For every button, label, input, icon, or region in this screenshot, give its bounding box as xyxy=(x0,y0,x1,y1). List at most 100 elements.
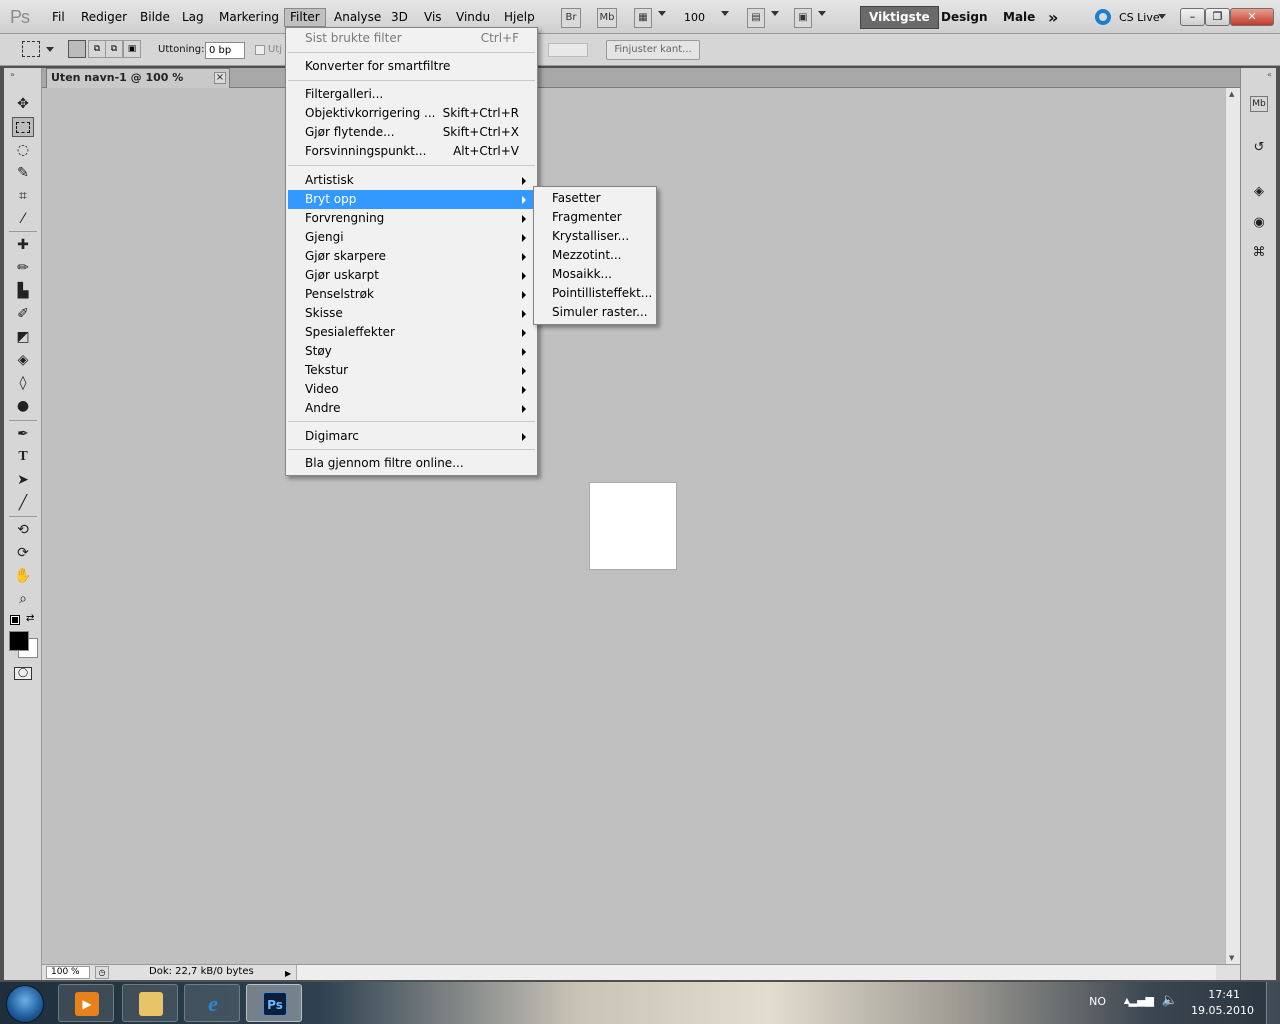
menu-item-stylize[interactable]: Spesialeffekter xyxy=(288,323,535,342)
swap-colors-icon[interactable]: ⇄ xyxy=(26,613,34,624)
vertical-scrollbar[interactable]: ▲ ▼ xyxy=(1225,88,1240,964)
intersect-selection-icon[interactable]: ▣ xyxy=(123,40,141,58)
taskbar-internet-explorer[interactable]: e xyxy=(184,984,240,1022)
lasso-tool-icon[interactable]: ◌ xyxy=(12,140,34,160)
history-panel-icon[interactable]: ↺ xyxy=(1248,138,1270,158)
blur-tool-icon[interactable]: ◊ xyxy=(12,373,34,393)
mini-bridge-button[interactable]: Mb xyxy=(597,8,617,28)
submenu-item-mosaic[interactable]: Mosaikk... xyxy=(536,265,654,284)
menu-fil[interactable]: Fil xyxy=(47,8,70,27)
scroll-up-icon[interactable]: ▲ xyxy=(1229,90,1234,98)
zoom-tool-icon[interactable]: ⌕ xyxy=(12,589,34,609)
chevron-down-icon[interactable] xyxy=(46,47,54,52)
menu-item-filter-gallery[interactable]: Filtergalleri... xyxy=(288,85,535,104)
menu-3d[interactable]: 3D xyxy=(386,8,413,27)
menu-vis[interactable]: Vis xyxy=(419,8,447,27)
menu-item-lens-correction[interactable]: Objektivkorrigering ... Skift+Ctrl+R xyxy=(288,104,535,123)
subtract-selection-icon[interactable]: ⧉ xyxy=(105,40,123,58)
clock-time[interactable]: 17:41 xyxy=(1208,988,1240,1001)
timer-icon[interactable]: ◷ xyxy=(95,966,109,979)
brush-tool-icon[interactable]: ✏ xyxy=(12,258,34,278)
path-selection-tool-icon[interactable]: ➤ xyxy=(12,470,34,490)
status-menu-arrow-icon[interactable]: ▶ xyxy=(285,967,291,981)
submenu-item-fragment[interactable]: Fragmenter xyxy=(536,208,654,227)
quick-mask-icon[interactable]: ◯ xyxy=(14,667,32,680)
menu-item-pixelate[interactable]: Bryt opp xyxy=(288,190,535,209)
language-indicator[interactable]: NO xyxy=(1089,995,1106,1008)
volume-icon[interactable]: 🔈 xyxy=(1162,993,1178,1008)
crop-tool-icon[interactable]: ⌗ xyxy=(12,186,34,206)
menu-item-artistic[interactable]: Artistisk xyxy=(288,171,535,190)
close-tab-icon[interactable]: × xyxy=(214,72,226,84)
menu-filter[interactable]: Filter xyxy=(284,8,326,27)
submenu-item-mezzotint[interactable]: Mezzotint... xyxy=(536,246,654,265)
height-input[interactable] xyxy=(548,43,588,57)
workspace-viktigste[interactable]: Viktigste xyxy=(860,6,939,29)
menu-vindu[interactable]: Vindu xyxy=(451,8,495,27)
menu-item-brush-strokes[interactable]: Penselstrøk xyxy=(288,285,535,304)
history-brush-tool-icon[interactable]: ✐ xyxy=(12,304,34,324)
restore-button[interactable]: ❐ xyxy=(1205,8,1230,26)
document-canvas[interactable] xyxy=(589,482,677,570)
quick-selection-tool-icon[interactable]: ✎ xyxy=(12,163,34,183)
submenu-item-color-halftone[interactable]: Simuler raster... xyxy=(536,303,654,322)
new-selection-icon[interactable] xyxy=(68,40,86,58)
more-workspaces-button[interactable]: » xyxy=(1040,6,1066,29)
arrange-documents-button[interactable]: ▤ xyxy=(747,8,765,28)
show-desktop-button[interactable] xyxy=(1266,982,1280,1024)
dodge-tool-icon[interactable]: ● xyxy=(12,396,34,416)
menu-item-convert-smart-filters[interactable]: Konverter for smartfiltre xyxy=(288,57,535,76)
menu-item-blur[interactable]: Gjør uskarpt xyxy=(288,266,535,285)
start-button[interactable] xyxy=(6,985,44,1023)
screen-mode-button[interactable]: ▣ xyxy=(794,8,812,28)
menu-item-sketch[interactable]: Skisse xyxy=(288,304,535,323)
chevron-down-icon[interactable] xyxy=(658,11,666,16)
zoom-input[interactable]: 100 % xyxy=(46,966,90,979)
menu-lag[interactable]: Lag xyxy=(177,8,209,27)
refine-edge-button[interactable]: Finjuster kant... xyxy=(606,40,700,60)
eyedropper-tool-icon[interactable]: ⁄ xyxy=(12,209,34,229)
menu-item-digimarc[interactable]: Digimarc xyxy=(288,427,535,446)
taskbar-explorer[interactable] xyxy=(122,984,178,1022)
taskbar-media-player[interactable]: ▶ xyxy=(58,984,114,1022)
menu-item-video[interactable]: Video xyxy=(288,380,535,399)
default-colors-icon[interactable] xyxy=(10,615,20,625)
layers-panel-icon[interactable]: ◈ xyxy=(1248,182,1270,202)
expand-panels-icon[interactable]: « xyxy=(1267,70,1272,79)
bridge-button[interactable]: Br xyxy=(561,8,581,28)
taskbar-photoshop[interactable]: Ps xyxy=(246,984,302,1022)
submenu-item-pointillize[interactable]: Pointillisteffekt... xyxy=(536,284,654,303)
healing-brush-tool-icon[interactable]: ✚ xyxy=(12,235,34,255)
document-tab[interactable]: Uten navn-1 @ 100 % (RGB/8) × xyxy=(46,68,230,102)
zoom-level[interactable]: 100 xyxy=(684,11,705,24)
antialias-checkbox[interactable] xyxy=(255,45,265,55)
chevron-down-icon[interactable] xyxy=(818,11,826,16)
minimize-button[interactable]: – xyxy=(1180,8,1205,26)
menu-item-render[interactable]: Gjengi xyxy=(288,228,535,247)
menu-analyse[interactable]: Analyse xyxy=(329,8,386,27)
submenu-item-facet[interactable]: Fasetter xyxy=(536,189,654,208)
add-selection-icon[interactable]: ⧉ xyxy=(88,40,106,58)
horizontal-scrollbar[interactable] xyxy=(296,965,1216,980)
menu-hjelp[interactable]: Hjelp xyxy=(499,8,540,27)
menu-item-vanishing-point[interactable]: Forsvinningspunkt... Alt+Ctrl+V xyxy=(288,142,535,161)
chevron-down-icon[interactable] xyxy=(771,11,779,16)
clone-stamp-tool-icon[interactable]: ▙ xyxy=(12,281,34,301)
submenu-item-crystallize[interactable]: Krystalliser... xyxy=(536,227,654,246)
menu-item-distort[interactable]: Forvrengning xyxy=(288,209,535,228)
network-icon[interactable]: ▂▄▆ xyxy=(1129,994,1154,1007)
3d-orbit-tool-icon[interactable]: ⟳ xyxy=(12,543,34,563)
channels-panel-icon[interactable]: ◉ xyxy=(1248,213,1270,233)
menu-item-other[interactable]: Andre xyxy=(288,399,535,418)
feather-input[interactable]: 0 bp xyxy=(205,42,245,59)
menu-item-liquify[interactable]: Gjør flytende... Skift+Ctrl+X xyxy=(288,123,535,142)
eraser-tool-icon[interactable]: ◩ xyxy=(12,327,34,347)
menu-item-sharpen[interactable]: Gjør skarpere xyxy=(288,247,535,266)
foreground-color-swatch[interactable] xyxy=(9,631,29,651)
marquee-preset-icon[interactable] xyxy=(22,41,40,57)
view-extras-button[interactable]: ▦ xyxy=(634,8,652,28)
workspace-design[interactable]: Design xyxy=(933,6,996,29)
cs-live-menu[interactable]: CS Live xyxy=(1119,11,1160,24)
menu-markering[interactable]: Markering xyxy=(214,8,284,27)
collapse-icon[interactable]: » xyxy=(10,70,15,79)
